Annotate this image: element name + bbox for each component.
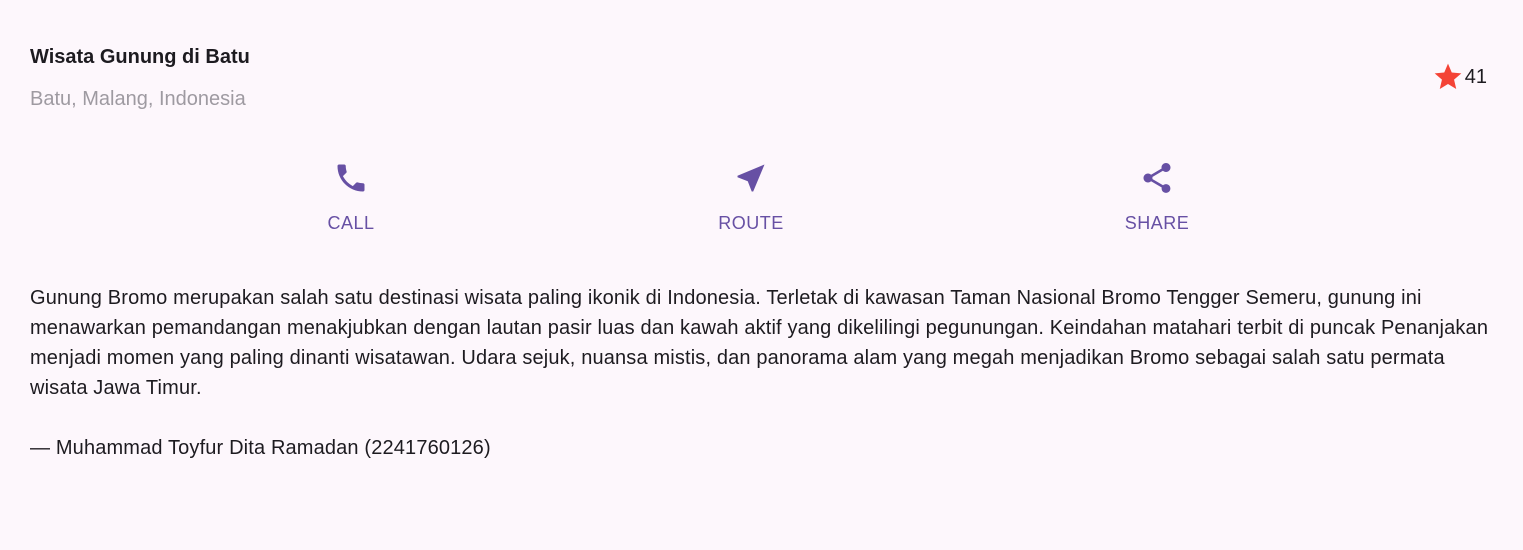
- rating-count: 41: [1464, 66, 1487, 88]
- place-location: Batu, Malang, Indonesia: [30, 88, 246, 110]
- description-text: Gunung Bromo merupakan salah satu destin…: [30, 287, 1489, 399]
- navigation-arrow-icon: [737, 164, 765, 192]
- place-title: Wisata Gunung di Batu: [30, 46, 250, 68]
- share-icon: [1143, 163, 1171, 193]
- rating: 41: [1432, 61, 1487, 93]
- route-button[interactable]: ROUTE: [681, 160, 821, 234]
- star-icon: [1434, 63, 1462, 89]
- action-buttons-row: CALL ROUTE SHARE: [0, 160, 1523, 240]
- phone-icon: [337, 164, 365, 192]
- title-section: Wisata Gunung di Batu Batu, Malang, Indo…: [30, 44, 1493, 114]
- call-label: CALL: [327, 213, 375, 233]
- author-credit: — Muhammad Toyfur Dita Ramadan (22417601…: [30, 437, 491, 459]
- call-button[interactable]: CALL: [281, 160, 421, 234]
- share-label: SHARE: [1124, 213, 1190, 233]
- share-button[interactable]: SHARE: [1087, 160, 1227, 234]
- route-label: ROUTE: [718, 213, 784, 233]
- description-section: Gunung Bromo merupakan salah satu destin…: [30, 283, 1495, 463]
